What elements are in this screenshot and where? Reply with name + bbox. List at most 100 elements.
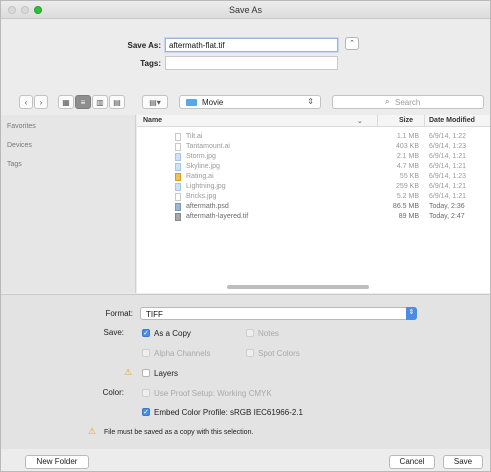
- file-name: Tantamount.ai: [186, 143, 230, 150]
- tags-label: Tags:: [140, 59, 161, 68]
- file-row[interactable]: Skyline.jpg 4.7 MB 6/9/14, 1:21: [137, 162, 490, 172]
- layers-checkbox[interactable]: [142, 369, 150, 377]
- embed-color-profile-checkbox[interactable]: ✓: [142, 408, 150, 416]
- file-name: Tilt.ai: [186, 133, 203, 140]
- arrange-button[interactable]: ▤▾: [142, 95, 168, 109]
- file-name: Storm.jpg: [186, 153, 216, 160]
- icon-view-button[interactable]: ▦: [58, 95, 74, 109]
- location-popup[interactable]: Movie ⇕: [179, 95, 321, 109]
- column-view-button[interactable]: ▥: [92, 95, 108, 109]
- save-as-label: Save As:: [127, 41, 162, 50]
- file-row[interactable]: aftermath-layered.tif 89 MB Today, 2:47: [137, 212, 490, 222]
- use-proof-setup-label: Use Proof Setup: Working CMYK: [154, 389, 272, 398]
- scrollbar-thumb[interactable]: [227, 285, 369, 289]
- notes-checkbox[interactable]: [246, 329, 254, 337]
- list-icon: ≡: [80, 97, 86, 107]
- search-icon: ⌕: [385, 97, 390, 106]
- sort-indicator-icon: ⌄: [357, 118, 363, 125]
- file-size: 1.1 MB: [396, 133, 419, 140]
- alpha-channels-label: Alpha Channels: [154, 349, 211, 358]
- save-label: Save:: [103, 328, 124, 337]
- file-date: 6/9/14, 1:21: [429, 153, 466, 160]
- updown-arrows-icon: ⇕: [406, 307, 417, 320]
- file-row[interactable]: Bricks.jpg 5.2 MB 6/9/14, 1:21: [137, 192, 490, 202]
- image-file-icon: [175, 183, 181, 191]
- file-name: aftermath.psd: [186, 203, 229, 210]
- format-select[interactable]: TIFF ⇕: [140, 307, 417, 320]
- file-date: 6/9/14, 1:21: [429, 193, 466, 200]
- file-row[interactable]: Lightning.jpg 259 KB 6/9/14, 1:21: [137, 182, 490, 192]
- file-date: Today, 2:47: [429, 213, 465, 220]
- sidebar-section-devices[interactable]: Devices: [7, 142, 32, 149]
- document-icon: [175, 133, 181, 141]
- search-input[interactable]: ⌕ Search: [332, 95, 484, 109]
- save-as-field[interactable]: aftermath-flat.tif: [165, 38, 338, 52]
- list-view-button[interactable]: ≡: [75, 95, 91, 109]
- file-size: 2.1 MB: [396, 153, 419, 160]
- file-size: 86.5 MB: [392, 203, 419, 210]
- image-file-icon: [175, 153, 181, 161]
- column-name[interactable]: Name: [143, 117, 162, 124]
- grid-icon: ▦: [62, 97, 70, 107]
- file-name: aftermath-layered.tif: [186, 213, 249, 220]
- column-size[interactable]: Size: [399, 117, 413, 124]
- file-row[interactable]: Storm.jpg 2.1 MB 6/9/14, 1:21: [137, 152, 490, 162]
- file-row[interactable]: Tantamount.ai 403 KB 6/9/14, 1:23: [137, 142, 490, 152]
- alpha-channels-checkbox[interactable]: [142, 349, 150, 357]
- chevron-up-icon: ⌃: [349, 40, 355, 47]
- sidebar-section-favorites[interactable]: Favorites: [7, 123, 36, 130]
- chevron-right-icon: ›: [39, 97, 43, 107]
- cover-flow-button[interactable]: ▤: [109, 95, 125, 109]
- sidebar-section-tags[interactable]: Tags: [7, 161, 22, 168]
- folder-icon: [186, 99, 197, 106]
- column-date-modified[interactable]: Date Modified: [429, 117, 475, 124]
- document-icon: [175, 193, 181, 201]
- embed-color-profile-label: Embed Color Profile: sRGB IEC61966-2.1: [154, 408, 303, 417]
- save-as-dialog: Save As Save As: aftermath-flat.tif ⌃ Ta…: [0, 0, 491, 472]
- document-icon: [175, 143, 181, 151]
- new-folder-button[interactable]: New Folder: [25, 455, 89, 469]
- horizontal-scrollbar[interactable]: [137, 283, 490, 291]
- file-size: 5.2 MB: [396, 193, 419, 200]
- notes-label: Notes: [258, 329, 279, 338]
- color-label: Color:: [102, 388, 124, 397]
- as-a-copy-label: As a Copy: [154, 329, 191, 338]
- photoshop-file-icon: [175, 203, 181, 211]
- window-title: Save As: [228, 5, 263, 15]
- file-row[interactable]: Tilt.ai 1.1 MB 6/9/14, 1:22: [137, 132, 490, 142]
- cancel-button[interactable]: Cancel: [389, 455, 435, 469]
- expand-dialog-button[interactable]: ⌃: [345, 37, 359, 50]
- search-placeholder: Search: [395, 98, 421, 107]
- file-size: 89 MB: [398, 213, 419, 220]
- column-separator: [377, 115, 378, 127]
- file-size: 403 KB: [396, 143, 419, 150]
- warning-icon: ⚠: [124, 367, 133, 377]
- copy-warning-message: File must be saved as a copy with this s…: [104, 429, 254, 436]
- file-name: Rating.ai: [186, 173, 214, 180]
- file-date: 6/9/14, 1:23: [429, 143, 466, 150]
- tiff-file-icon: [175, 213, 181, 221]
- file-list: Name ⌄ Size Date Modified Tilt.ai 1.1 MB…: [137, 115, 490, 293]
- chevron-left-icon: ‹: [24, 97, 28, 107]
- back-button[interactable]: ‹: [19, 95, 33, 109]
- file-name: Skyline.jpg: [186, 163, 220, 170]
- file-row[interactable]: Rating.ai 55 KB 6/9/14, 1:23: [137, 172, 490, 182]
- layers-label: Layers: [154, 369, 179, 378]
- updown-arrows-icon: ⇕: [307, 97, 314, 106]
- as-a-copy-checkbox[interactable]: ✓: [142, 329, 150, 337]
- file-date: 6/9/14, 1:21: [429, 183, 466, 190]
- use-proof-setup-checkbox[interactable]: [142, 389, 150, 397]
- warning-icon: ⚠: [88, 426, 97, 436]
- title-bar: Save As: [1, 1, 490, 19]
- file-row[interactable]: aftermath.psd 86.5 MB Today, 2:36: [137, 202, 490, 212]
- arrange-icon: ▤▾: [149, 97, 161, 107]
- forward-button[interactable]: ›: [34, 95, 48, 109]
- column-separator: [424, 115, 425, 127]
- format-value: TIFF: [146, 310, 163, 319]
- spot-colors-checkbox[interactable]: [246, 349, 254, 357]
- tags-field[interactable]: [165, 56, 338, 70]
- spot-colors-label: Spot Colors: [258, 349, 300, 358]
- file-date: 6/9/14, 1:21: [429, 163, 466, 170]
- image-file-icon: [175, 163, 181, 171]
- save-button[interactable]: Save: [443, 455, 483, 469]
